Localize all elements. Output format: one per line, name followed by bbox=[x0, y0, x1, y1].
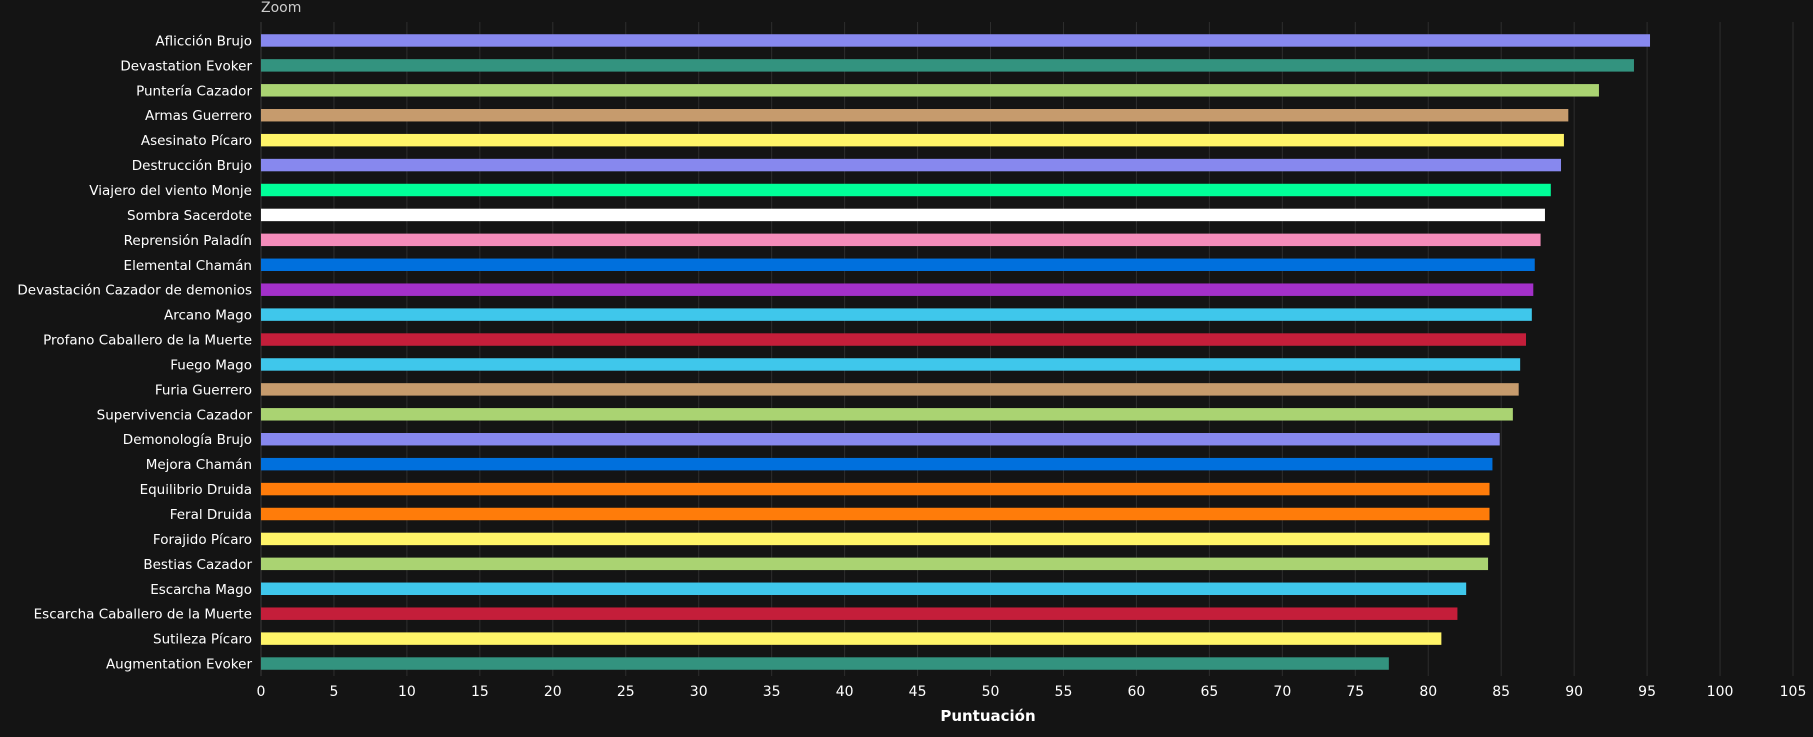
bar[interactable] bbox=[261, 482, 1490, 496]
bar[interactable] bbox=[261, 59, 1634, 72]
category-label: Destrucción Brujo bbox=[132, 158, 252, 174]
x-tick-label: 65 bbox=[1200, 684, 1218, 700]
bar[interactable] bbox=[261, 308, 1532, 321]
x-tick-label: 45 bbox=[909, 684, 927, 700]
category-label: Fuego Mago bbox=[170, 357, 252, 373]
category-label: Asesinato Pícaro bbox=[141, 133, 252, 149]
x-tick-label: 60 bbox=[1128, 684, 1146, 700]
x-tick-label: 80 bbox=[1419, 684, 1437, 700]
category-label: Demonología Brujo bbox=[123, 432, 252, 448]
bar[interactable] bbox=[261, 133, 1564, 147]
category-label: Profano Caballero de la Muerte bbox=[43, 333, 252, 349]
category-label: Devastación Cazador de demonios bbox=[17, 283, 252, 299]
bar[interactable] bbox=[261, 657, 1389, 670]
category-label: Aflicción Brujo bbox=[155, 33, 252, 49]
category-label: Feral Druida bbox=[170, 507, 252, 523]
bar[interactable] bbox=[261, 457, 1493, 471]
x-tick-label: 50 bbox=[982, 684, 1000, 700]
category-label: Equilibrio Druida bbox=[140, 482, 252, 498]
category-label: Arcano Mago bbox=[164, 308, 252, 324]
x-tick-label: 35 bbox=[763, 684, 781, 700]
bar[interactable] bbox=[261, 109, 1569, 122]
x-tick-label: 20 bbox=[544, 684, 562, 700]
x-tick-label: 40 bbox=[836, 684, 854, 700]
bar[interactable] bbox=[261, 507, 1490, 521]
x-tick-label: 75 bbox=[1346, 684, 1364, 700]
bar[interactable] bbox=[261, 532, 1490, 546]
chart-container: Zoom Aflicción Brujo Devastation Evoker Pu… bbox=[0, 0, 1813, 733]
bar[interactable] bbox=[261, 34, 1651, 47]
x-tick-label: 5 bbox=[329, 684, 338, 700]
x-tick-label: 15 bbox=[471, 684, 489, 700]
bar[interactable] bbox=[261, 383, 1519, 396]
bar[interactable] bbox=[261, 582, 1467, 595]
category-label: Furia Guerrero bbox=[155, 382, 252, 398]
category-label: Forajido Pícaro bbox=[153, 532, 252, 548]
category-labels: Aflicción Brujo Devastation Evoker Punterí… bbox=[17, 33, 252, 672]
x-tick-label: 105 bbox=[1780, 684, 1807, 700]
x-axis-title: Puntuación bbox=[940, 707, 1035, 725]
category-label: Armas Guerrero bbox=[145, 108, 252, 124]
bar-chart: Aflicción Brujo Devastation Evoker Punterí… bbox=[17, 22, 1807, 725]
category-label: Escarcha Mago bbox=[150, 582, 252, 598]
x-tick-labels: 0 5 10 15 20 25 30 35 40 45 50 55 60 65 70 75 80 85 90 95 10… bbox=[257, 684, 1807, 700]
bar[interactable] bbox=[261, 408, 1513, 421]
bar[interactable] bbox=[261, 208, 1545, 222]
bar[interactable] bbox=[261, 433, 1500, 446]
category-label: Reprensión Paladín bbox=[124, 233, 252, 249]
bar[interactable] bbox=[261, 158, 1562, 172]
x-tick-label: 0 bbox=[257, 684, 266, 700]
bar[interactable] bbox=[261, 283, 1534, 296]
category-label: Devastation Evoker bbox=[120, 58, 252, 74]
x-tick-label: 95 bbox=[1638, 684, 1656, 700]
x-tick-label: 10 bbox=[398, 684, 416, 700]
x-tick-label: 90 bbox=[1565, 684, 1583, 700]
category-label: Mejora Chamán bbox=[146, 457, 252, 473]
x-tick-label: 25 bbox=[617, 684, 635, 700]
bar[interactable] bbox=[261, 233, 1541, 247]
category-label: Puntería Cazador bbox=[136, 83, 252, 99]
category-label: Supervivencia Cazador bbox=[97, 407, 253, 423]
x-tick-label: 30 bbox=[690, 684, 708, 700]
bar[interactable] bbox=[261, 557, 1489, 571]
bar[interactable] bbox=[261, 358, 1521, 371]
bar[interactable] bbox=[261, 333, 1526, 346]
category-label: Sutileza Pícaro bbox=[153, 632, 252, 648]
category-label: Viajero del viento Monje bbox=[89, 183, 252, 199]
x-tick-label: 85 bbox=[1492, 684, 1510, 700]
category-label: Augmentation Evoker bbox=[106, 657, 253, 673]
x-tick-label: 55 bbox=[1055, 684, 1073, 700]
category-label: Escarcha Caballero de la Muerte bbox=[34, 607, 252, 623]
bar[interactable] bbox=[261, 183, 1551, 197]
x-tick-label: 70 bbox=[1273, 684, 1291, 700]
zoom-button[interactable]: Zoom bbox=[261, 0, 301, 16]
x-tick-label: 100 bbox=[1707, 684, 1734, 700]
category-label: Bestias Cazador bbox=[143, 557, 252, 573]
category-label: Sombra Sacerdote bbox=[127, 208, 252, 224]
bar[interactable] bbox=[261, 84, 1599, 97]
bar[interactable] bbox=[261, 632, 1442, 645]
bar[interactable] bbox=[261, 607, 1458, 620]
category-label: Elemental Chamán bbox=[124, 258, 252, 274]
bars bbox=[261, 34, 1651, 670]
bar[interactable] bbox=[261, 258, 1535, 271]
